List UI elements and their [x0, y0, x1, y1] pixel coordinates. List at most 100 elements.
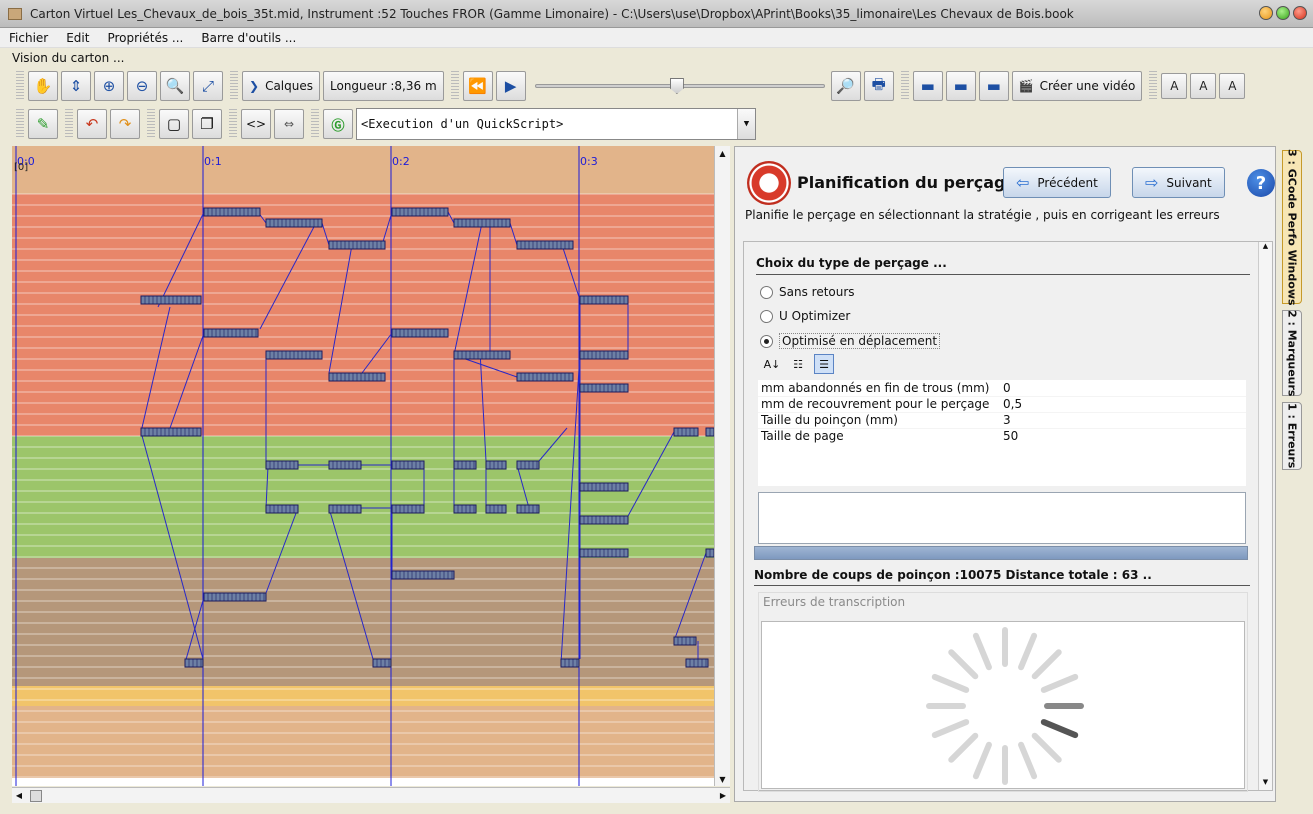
stretch-icon: ⇔	[283, 117, 295, 131]
list-view-icon[interactable]: ☰	[814, 354, 834, 374]
radio-optimise-deplacement[interactable]	[760, 334, 773, 348]
stats-divider	[754, 585, 1250, 586]
fit-height-button[interactable]: ⇕	[61, 71, 91, 101]
spinner-segment	[931, 673, 970, 693]
track-band	[12, 436, 714, 558]
scroll-left-icon[interactable]: ◀	[12, 791, 26, 800]
carton-view[interactable]: 0:0 0:1 0:2 0:3 [0]	[12, 146, 714, 786]
previous-button[interactable]: ⇦ Précédent	[1003, 167, 1111, 198]
tab-gcode-perfo[interactable]: 3 : GCode Perfo Windows	[1282, 149, 1302, 305]
track-band	[12, 706, 714, 778]
option-label: Optimisé en déplacement	[779, 333, 941, 349]
create-video-button[interactable]: 🎬 Créer une vidéo	[1011, 71, 1143, 101]
property-row[interactable]: Taille de page 50	[758, 428, 1246, 445]
select-rect-button[interactable]: ▢	[159, 109, 189, 139]
sort-alpha-icon[interactable]: A↓	[762, 354, 782, 374]
time-marker-label: 0:2	[392, 155, 410, 168]
fit-all-button[interactable]: ⤢	[193, 71, 223, 101]
groovy-button[interactable]: Ⓖ	[323, 109, 353, 139]
calques-button[interactable]: ❯ Calques	[242, 71, 320, 101]
punch-hole	[516, 460, 540, 470]
close-button[interactable]	[1293, 6, 1307, 20]
punch-stats: Nombre de coups de poinçon :10075 Distan…	[754, 568, 1152, 582]
option-u-optimizer[interactable]: U Optimizer	[760, 309, 850, 323]
tab-erreurs[interactable]: 1 : Erreurs	[1282, 402, 1302, 470]
print-button[interactable]: 🖶	[863, 71, 894, 101]
quickscript-select[interactable]: <Execution d'un QuickScript> ▼	[356, 108, 756, 140]
categorized-icon[interactable]: ☷	[788, 354, 808, 374]
punch-hole	[453, 504, 477, 514]
zoom-reset-button[interactable]: 🔍	[160, 71, 190, 101]
radio-sans-retours[interactable]	[760, 285, 773, 299]
scroll-up-icon[interactable]: ▲	[715, 146, 730, 160]
next-button[interactable]: ⇨ Suivant	[1132, 167, 1225, 198]
redo-button[interactable]: ↷	[110, 109, 140, 139]
preview-button[interactable]: 🔎	[830, 71, 861, 101]
property-row[interactable]: Taille du poinçon (mm) 3	[758, 412, 1246, 429]
scroll-up-icon[interactable]: ▲	[1259, 242, 1272, 254]
time-marker-label: 0:3	[580, 155, 598, 168]
text-button-2[interactable]: A	[1190, 73, 1217, 99]
minimize-button[interactable]	[1259, 6, 1273, 20]
punch-hole	[140, 427, 202, 437]
chevron-down-icon[interactable]: ▼	[737, 109, 755, 139]
property-name: Taille du poinçon (mm)	[758, 412, 1000, 429]
help-icon[interactable]: ?	[1247, 169, 1275, 197]
section-divider	[756, 274, 1250, 275]
scroll-thumb[interactable]	[30, 789, 42, 802]
device-icon: ▬	[986, 77, 1001, 95]
scroll-down-icon[interactable]: ▼	[715, 772, 730, 786]
property-value[interactable]: 0	[1000, 380, 1246, 397]
errors-list[interactable]	[761, 621, 1245, 789]
rewind-button[interactable]: ⏪	[462, 71, 493, 101]
property-value[interactable]: 3	[1000, 412, 1246, 429]
menu-barre-outils[interactable]: Barre d'outils ...	[192, 31, 305, 45]
pencil-button[interactable]: ✎	[28, 109, 58, 139]
export-button-3[interactable]: ▬	[978, 71, 1009, 101]
device-icon: ▬	[920, 77, 935, 95]
option-optimise-deplacement[interactable]: Optimisé en déplacement	[760, 333, 941, 349]
stretch-button[interactable]: ⇔	[274, 109, 304, 139]
property-row[interactable]: mm abandonnés en fin de trous (mm) 0	[758, 380, 1246, 397]
wizard-title: Planification du perçage	[797, 173, 1017, 192]
play-button[interactable]: ▶	[495, 71, 526, 101]
option-sans-retours[interactable]: Sans retours	[760, 285, 855, 299]
app-icon	[8, 7, 22, 20]
track-band	[12, 146, 714, 194]
log-textarea[interactable]	[758, 492, 1246, 544]
punch-hole	[372, 658, 392, 668]
property-sheet: mm abandonnés en fin de trous (mm) 0 mm de…	[758, 380, 1246, 445]
undo-button[interactable]: ↶	[77, 109, 107, 139]
zoom-out-button[interactable]: ⊖	[127, 71, 157, 101]
punch-hole	[485, 504, 507, 514]
panel-scrollbar[interactable]: ▲ ▼	[1258, 242, 1272, 790]
spinner-segment	[972, 741, 992, 780]
hand-tool-button[interactable]: ✋	[28, 71, 58, 101]
vision-label: Vision du carton ...	[12, 51, 125, 65]
scroll-right-icon[interactable]: ▶	[716, 791, 730, 800]
export-button-1[interactable]: ▬	[912, 71, 943, 101]
maximize-button[interactable]	[1276, 6, 1290, 20]
hand-icon: ✋	[33, 77, 53, 95]
scroll-down-icon[interactable]: ▼	[1259, 778, 1272, 790]
carton-canvas[interactable]: 0:0 0:1 0:2 0:3[0]	[12, 146, 714, 786]
slider-thumb[interactable]	[669, 78, 684, 94]
tab-marqueurs[interactable]: 2 : Marqueurs	[1282, 310, 1302, 396]
radio-u-optimizer[interactable]	[760, 309, 773, 323]
text-button-1[interactable]: A	[1161, 73, 1188, 99]
export-button-2[interactable]: ▬	[945, 71, 976, 101]
text-button-3[interactable]: A	[1219, 73, 1246, 99]
playback-slider[interactable]	[534, 71, 825, 101]
carton-horizontal-scrollbar[interactable]: ◀ ▶	[12, 787, 730, 803]
menu-fichier[interactable]: Fichier	[0, 31, 57, 45]
menu-proprietes[interactable]: Propriétés ...	[98, 31, 192, 45]
code-button[interactable]: <>	[241, 109, 271, 139]
menu-edit[interactable]: Edit	[57, 31, 98, 45]
device-icon: ▬	[953, 77, 968, 95]
property-row[interactable]: mm de recouvrement pour le perçage 0,5	[758, 396, 1246, 413]
property-value[interactable]: 50	[1000, 428, 1246, 445]
select-copy-button[interactable]: ❐	[192, 109, 222, 139]
carton-vertical-scrollbar[interactable]: ▲ ▼	[714, 146, 730, 786]
property-value[interactable]: 0,5	[1000, 396, 1246, 413]
zoom-in-button[interactable]: ⊕	[94, 71, 124, 101]
